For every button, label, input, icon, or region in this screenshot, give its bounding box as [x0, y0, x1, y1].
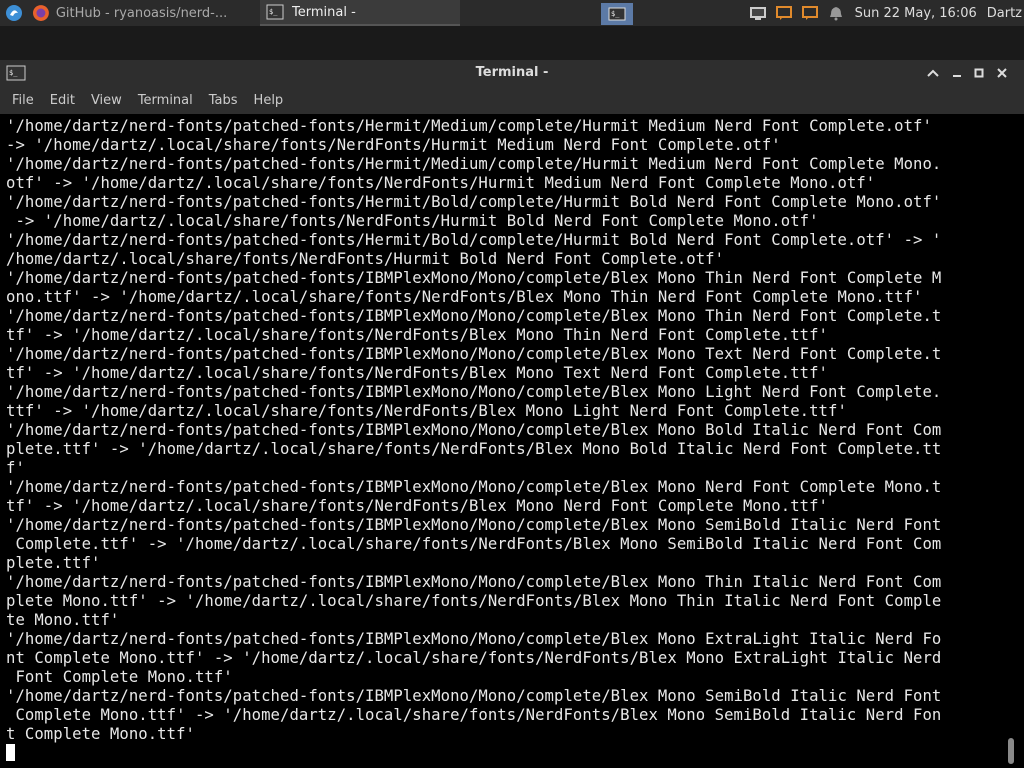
shade-button[interactable] — [923, 63, 943, 83]
terminal-line: '/home/dartz/nerd-fonts/patched-fonts/IB… — [6, 421, 942, 439]
terminal-line: tf' -> '/home/dartz/.local/share/fonts/N… — [6, 326, 828, 344]
terminal-line: te Mono.ttf' — [6, 611, 120, 629]
prompt-line[interactable] — [6, 744, 1000, 763]
menu-tabs[interactable]: Tabs — [201, 93, 246, 108]
scrollbar[interactable] — [1000, 114, 1024, 768]
terminal-line: '/home/dartz/nerd-fonts/patched-fonts/IB… — [6, 478, 942, 496]
terminal-line: otf' -> '/home/dartz/.local/share/fonts/… — [6, 174, 876, 192]
terminal-line: '/home/dartz/nerd-fonts/patched-fonts/He… — [6, 155, 942, 173]
terminal-icon: $_ — [266, 4, 284, 20]
terminal-line: '/home/dartz/nerd-fonts/patched-fonts/IB… — [6, 516, 942, 534]
menu-file[interactable]: File — [4, 93, 42, 108]
app-menu-button[interactable] — [2, 1, 26, 25]
whisker-menu-icon — [6, 5, 22, 21]
terminal-line: ono.ttf' -> '/home/dartz/.local/share/fo… — [6, 288, 923, 306]
terminal-line: '/home/dartz/nerd-fonts/patched-fonts/IB… — [6, 573, 942, 591]
terminal-line: '/home/dartz/nerd-fonts/patched-fonts/He… — [6, 193, 942, 211]
chat-icon[interactable] — [797, 0, 823, 26]
terminal-line: /home/dartz/.local/share/fonts/NerdFonts… — [6, 250, 725, 268]
menu-help[interactable]: Help — [246, 93, 292, 108]
terminal-line: nt Complete Mono.ttf' -> '/home/dartz/.l… — [6, 649, 942, 667]
terminal-output[interactable]: '/home/dartz/nerd-fonts/patched-fonts/He… — [0, 114, 1000, 768]
terminal-line: plete.ttf' -> '/home/dartz/.local/share/… — [6, 440, 942, 458]
maximize-button[interactable] — [969, 63, 989, 83]
menu-terminal[interactable]: Terminal — [130, 93, 201, 108]
taskbar-item-label: GitHub - ryanoasis/nerd-... — [55, 5, 226, 21]
notification-icon[interactable] — [771, 0, 797, 26]
terminal-line: f' — [6, 459, 25, 477]
user-name[interactable]: Dartz — [987, 6, 1022, 21]
taskbar-item-terminal[interactable]: $_ Terminal - — [260, 0, 460, 26]
chevron-up-icon — [927, 69, 939, 77]
scrollbar-thumb[interactable] — [1008, 738, 1014, 764]
svg-text:$_: $_ — [269, 8, 278, 16]
terminal-line: tf' -> '/home/dartz/.local/share/fonts/N… — [6, 364, 828, 382]
minimize-button[interactable] — [947, 63, 967, 83]
clock[interactable]: Sun 22 May, 16:06 — [855, 6, 977, 21]
menu-edit[interactable]: Edit — [42, 93, 83, 108]
terminal-line: '/home/dartz/nerd-fonts/patched-fonts/He… — [6, 117, 932, 135]
text-cursor — [6, 744, 15, 761]
workspace-switcher[interactable]: $_ — [601, 3, 633, 25]
bell-icon[interactable] — [823, 0, 849, 26]
terminal-line: plete.ttf' — [6, 554, 101, 572]
terminal-line: '/home/dartz/nerd-fonts/patched-fonts/IB… — [6, 307, 942, 325]
terminal-line: Complete Mono.ttf' -> '/home/dartz/.loca… — [6, 706, 942, 724]
taskbar-item-firefox[interactable]: GitHub - ryanoasis/nerd-... — [26, 0, 226, 26]
window-title: Terminal - — [475, 65, 549, 80]
terminal-line: ttf' -> '/home/dartz/.local/share/fonts/… — [6, 402, 847, 420]
terminal-line: '/home/dartz/nerd-fonts/patched-fonts/IB… — [6, 269, 942, 287]
network-icon[interactable] — [745, 0, 771, 26]
maximize-icon — [974, 68, 984, 78]
terminal-line: -> '/home/dartz/.local/share/fonts/NerdF… — [6, 136, 781, 154]
menubar: File Edit View Terminal Tabs Help — [0, 86, 1024, 114]
terminal-line: '/home/dartz/nerd-fonts/patched-fonts/IB… — [6, 383, 942, 401]
firefox-icon — [32, 5, 49, 21]
terminal-line: '/home/dartz/nerd-fonts/patched-fonts/IB… — [6, 345, 942, 363]
terminal-icon: $_ — [608, 7, 626, 21]
terminal-line: t Complete Mono.ttf' — [6, 725, 195, 743]
menu-view[interactable]: View — [83, 93, 130, 108]
terminal-line: tf' -> '/home/dartz/.local/share/fonts/N… — [6, 497, 828, 515]
terminal-line: '/home/dartz/nerd-fonts/patched-fonts/IB… — [6, 630, 942, 648]
terminal-line: '/home/dartz/nerd-fonts/patched-fonts/IB… — [6, 687, 942, 705]
terminal-line: -> '/home/dartz/.local/share/fonts/NerdF… — [6, 212, 819, 230]
taskbar-item-label: Terminal - — [292, 4, 356, 20]
terminal-line: Font Complete Mono.ttf' — [6, 668, 233, 686]
system-tray: Sun 22 May, 16:06 Dartz — [745, 0, 1024, 26]
close-icon — [997, 68, 1007, 78]
minimize-icon — [953, 75, 961, 77]
terminal-window: $_ Terminal - File Edit View Terminal Ta… — [0, 60, 1024, 768]
terminal-line: plete Mono.ttf' -> '/home/dartz/.local/s… — [6, 592, 942, 610]
window-titlebar[interactable]: $_ Terminal - — [0, 60, 1024, 86]
top-panel: GitHub - ryanoasis/nerd-... $_ Terminal … — [0, 0, 1024, 26]
svg-text:$_: $_ — [611, 10, 620, 18]
terminal-line: '/home/dartz/nerd-fonts/patched-fonts/He… — [6, 231, 942, 249]
close-button[interactable] — [992, 63, 1012, 83]
terminal-line: Complete.ttf' -> '/home/dartz/.local/sha… — [6, 535, 942, 553]
